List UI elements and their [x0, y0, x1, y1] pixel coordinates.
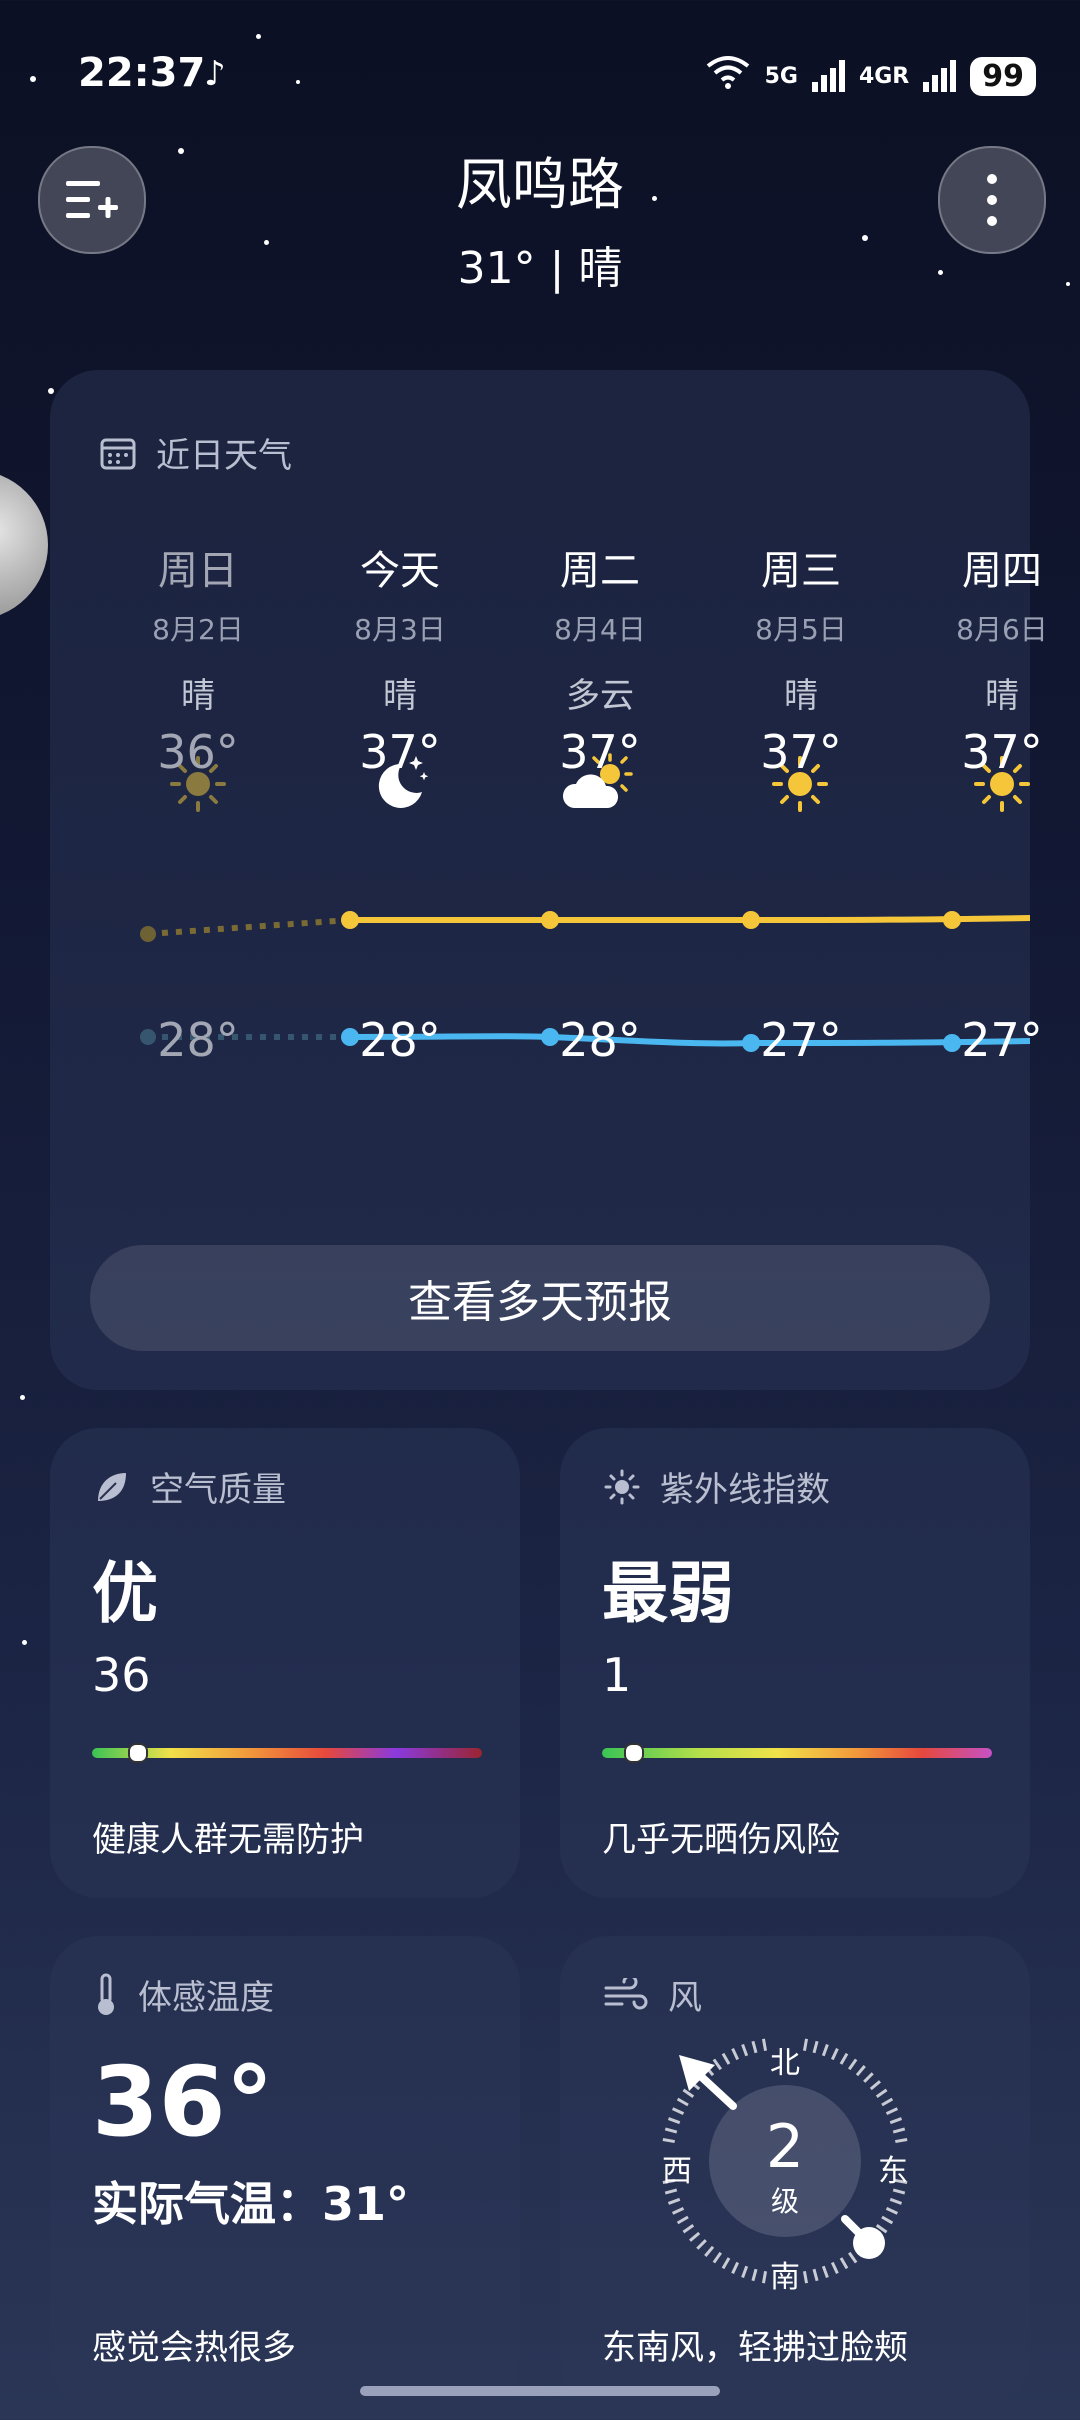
air-quality-marker	[128, 1743, 148, 1763]
compass-north: 北	[770, 2046, 800, 2081]
day-condition: 晴	[383, 676, 417, 716]
wind-title: 风	[668, 1978, 702, 2018]
low-temp: 27°	[961, 1013, 1043, 1067]
low-temp: 27°	[760, 1013, 842, 1067]
day-date: 8月4日	[554, 613, 646, 646]
compass-south: 南	[770, 2260, 800, 2295]
day-column[interactable]: 周三 8月5日 晴	[701, 538, 901, 716]
network-5g-label: 5G	[764, 63, 798, 89]
uv-index-value: 1	[602, 1648, 632, 1702]
actual-temp: 实际气温：31°	[92, 2177, 410, 2231]
forecast-title: 近日天气	[156, 436, 292, 476]
high-temp: 36°	[157, 725, 239, 779]
uv-index-level: 最弱	[602, 1555, 734, 1632]
feels-like-card[interactable]: 体感温度 36° 实际气温：31° 感觉会热很多	[50, 1936, 520, 2406]
air-quality-advice: 健康人群无需防护	[92, 1820, 364, 1860]
day-date: 8月5日	[755, 613, 847, 646]
wind-card[interactable]: 风 北 南 东 西 2 级 东南风，轻拂过脸颊	[560, 1936, 1030, 2406]
feels-like-advice: 感觉会热很多	[92, 2328, 296, 2368]
uv-index-advice: 几乎无晒伤风险	[602, 1820, 840, 1860]
uv-index-marker	[624, 1743, 644, 1763]
compass-tick	[682, 2224, 695, 2234]
uv-index-card[interactable]: 紫外线指数 最弱 1 几乎无晒伤风险	[560, 1428, 1030, 1898]
uv-index-title: 紫外线指数	[660, 1470, 830, 1510]
calendar-icon	[100, 438, 136, 469]
day-condition: 晴	[784, 676, 818, 716]
high-temp: 37°	[559, 725, 641, 779]
network-4g-label: 4GR	[858, 63, 910, 89]
day-date: 8月3日	[354, 613, 446, 646]
wind-icon	[604, 1977, 648, 2009]
day-name: 周日	[158, 548, 238, 594]
compass-tick	[689, 2231, 701, 2242]
low-temp: 28°	[559, 1013, 641, 1067]
day-column[interactable]: 周四 8月6日 晴	[902, 538, 1080, 716]
home-indicator[interactable]	[360, 2386, 720, 2396]
compass-tick	[682, 2088, 695, 2098]
clock: 22:37	[78, 50, 206, 96]
day-condition: 晴	[181, 676, 215, 716]
low-temp: 28°	[157, 1013, 239, 1067]
compass-tick	[696, 2239, 707, 2250]
tiktok-icon: ♪	[204, 54, 226, 94]
uv-index-scale	[602, 1743, 992, 1763]
feels-like-temp: 36°	[92, 2046, 274, 2158]
more-options-button[interactable]	[938, 146, 1046, 254]
high-temp: 37°	[359, 725, 441, 779]
wind-level-unit: 级	[770, 2185, 799, 2218]
high-temp: 37°	[760, 725, 842, 779]
day-condition: 多云	[566, 676, 634, 716]
high-temp: 37°	[961, 725, 1043, 779]
compass-tick	[881, 2097, 894, 2107]
day-name: 周三	[761, 548, 841, 594]
compass-tick	[875, 2088, 888, 2098]
day-column[interactable]: 周日 8月2日 晴	[98, 538, 298, 716]
thermometer-icon	[98, 1973, 114, 2015]
day-name: 周二	[560, 548, 640, 594]
wind-level: 2	[765, 2112, 805, 2182]
feels-like-title: 体感温度	[138, 1978, 274, 2018]
air-quality-scale	[92, 1743, 482, 1763]
more-vertical-icon	[987, 174, 997, 226]
high-point	[742, 911, 760, 929]
day-condition: 晴	[985, 676, 1019, 716]
compass-tick	[676, 2097, 689, 2107]
view-multi-day-forecast-button[interactable]: 查看多天预报	[90, 1245, 990, 1351]
low-temp: 28°	[359, 1013, 441, 1067]
wind-advice: 东南风，轻拂过脸颊	[602, 2328, 908, 2368]
day-name: 周四	[962, 548, 1042, 594]
moon-decoration	[0, 470, 48, 620]
compass-tick	[869, 2080, 881, 2091]
high-point	[140, 926, 156, 942]
forecast-card: 近日天气 周日 8月2日 晴 今天 8月3日 晴 周二 8月4日 多云 周三 8…	[50, 370, 1048, 1390]
air-quality-card[interactable]: 空气质量 优 36 健康人群无需防护	[50, 1428, 520, 1898]
high-point	[341, 911, 359, 929]
high-point	[943, 911, 961, 929]
day-date: 8月2日	[152, 613, 244, 646]
signal-icon	[811, 60, 845, 92]
battery-indicator: 99	[970, 56, 1036, 96]
day-column[interactable]: 今天 8月3日 晴	[300, 538, 500, 716]
high-point	[541, 911, 559, 929]
air-quality-title: 空气质量	[150, 1470, 286, 1510]
day-column[interactable]: 周二 8月4日 多云	[500, 538, 700, 716]
day-name: 今天	[360, 548, 440, 594]
status-bar: 22:37 ♪ 5G 4GR 99	[0, 0, 1080, 150]
city-name: 凤鸣路	[456, 153, 624, 218]
current-summary: 31° | 晴	[457, 243, 623, 294]
wifi-icon	[705, 54, 751, 98]
air-quality-value: 36	[92, 1648, 151, 1702]
air-quality-level: 优	[92, 1555, 158, 1632]
signal-icon-2	[923, 60, 957, 92]
leaf-icon	[98, 1472, 126, 1501]
day-date: 8月6日	[956, 613, 1048, 646]
sun-icon	[604, 1469, 640, 1504]
